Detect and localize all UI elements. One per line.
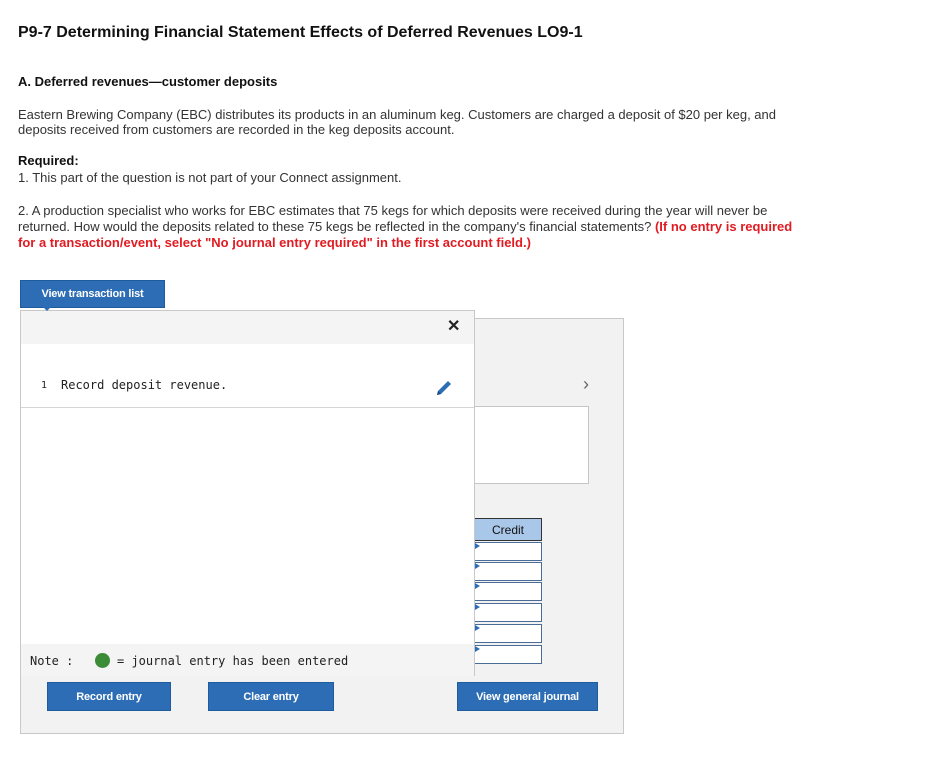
instruction-red-2: for a transaction/event, select "No jour… xyxy=(18,235,531,250)
clear-entry-button[interactable]: Clear entry xyxy=(208,682,334,711)
credit-input-2[interactable] xyxy=(474,562,542,581)
required-item-2-line-2: returned. How would the deposits related… xyxy=(18,219,898,234)
dropdown-marker-icon xyxy=(475,604,480,610)
required-label: Required: xyxy=(18,153,79,168)
note-label: Note : xyxy=(30,654,74,668)
credit-input-1[interactable] xyxy=(474,542,542,561)
dropdown-marker-icon xyxy=(475,543,480,549)
dropdown-marker-icon xyxy=(475,625,480,631)
record-entry-button[interactable]: Record entry xyxy=(47,682,171,711)
credit-input-4[interactable] xyxy=(474,603,542,622)
note-bar: Note : = journal entry has been entered xyxy=(21,644,474,676)
page-title: P9-7 Determining Financial Statement Eff… xyxy=(18,24,583,41)
view-transaction-list-button[interactable]: View transaction list xyxy=(20,280,165,308)
required-item-1: 1. This part of the question is not part… xyxy=(18,170,402,185)
credit-input-6[interactable] xyxy=(474,645,542,664)
popup-header: ✕ xyxy=(21,311,474,344)
pencil-icon[interactable] xyxy=(433,377,455,399)
dropdown-marker-icon xyxy=(475,583,480,589)
instruction-red-1: (If no entry is required xyxy=(654,219,793,234)
credit-input-3[interactable] xyxy=(474,582,542,601)
intro-line-1: Eastern Brewing Company (EBC) distribute… xyxy=(18,107,776,122)
entered-status-dot xyxy=(95,653,110,668)
required-item-2-text: returned. How would the deposits related… xyxy=(18,219,655,234)
close-icon[interactable]: ✕ xyxy=(447,316,460,336)
dropdown-marker-icon xyxy=(475,563,480,569)
note-text: = journal entry has been entered xyxy=(117,654,349,668)
transaction-text: Record deposit revenue. xyxy=(61,378,228,392)
transaction-row[interactable]: 1 Record deposit revenue. xyxy=(21,367,474,408)
section-heading: A. Deferred revenues—customer deposits xyxy=(18,74,278,89)
credit-column-header: Credit xyxy=(474,518,542,541)
view-general-journal-button[interactable]: View general journal xyxy=(457,682,598,711)
dropdown-marker-icon xyxy=(475,646,480,652)
transaction-number: 1 xyxy=(41,380,48,391)
transaction-description-box xyxy=(474,406,589,484)
chevron-right-icon[interactable]: › xyxy=(583,374,589,395)
credit-input-5[interactable] xyxy=(474,624,542,643)
popup-pointer-icon xyxy=(41,305,53,311)
transaction-list-popup: ✕ 1 Record deposit revenue. Note : = jou… xyxy=(20,310,475,676)
intro-line-2: deposits received from customers are rec… xyxy=(18,122,455,137)
required-item-2-line-1: 2. A production specialist who works for… xyxy=(18,203,768,218)
